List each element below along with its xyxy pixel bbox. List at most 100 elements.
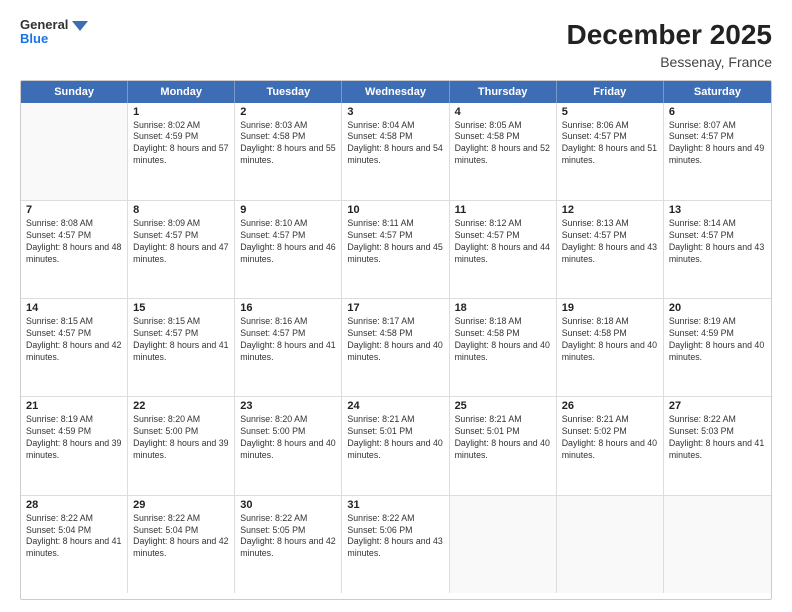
day-info: Sunrise: 8:16 AM Sunset: 4:57 PM Dayligh…: [240, 316, 336, 364]
day-number: 19: [562, 302, 658, 314]
cell-w1-d5: 5 Sunrise: 8:06 AM Sunset: 4:57 PM Daylig…: [557, 103, 664, 200]
header-saturday: Saturday: [664, 81, 771, 103]
day-info: Sunrise: 8:20 AM Sunset: 5:00 PM Dayligh…: [133, 414, 229, 462]
day-number: 11: [455, 204, 551, 216]
day-info: Sunrise: 8:17 AM Sunset: 4:58 PM Dayligh…: [347, 316, 443, 364]
day-number: 29: [133, 499, 229, 511]
day-number: 16: [240, 302, 336, 314]
cell-w3-d2: 16 Sunrise: 8:16 AM Sunset: 4:57 PM Dayli…: [235, 299, 342, 396]
day-info: Sunrise: 8:22 AM Sunset: 5:03 PM Dayligh…: [669, 414, 766, 462]
day-number: 22: [133, 400, 229, 412]
day-info: Sunrise: 8:19 AM Sunset: 4:59 PM Dayligh…: [26, 414, 122, 462]
day-info: Sunrise: 8:15 AM Sunset: 4:57 PM Dayligh…: [26, 316, 122, 364]
day-info: Sunrise: 8:22 AM Sunset: 5:04 PM Dayligh…: [26, 513, 122, 561]
day-number: 23: [240, 400, 336, 412]
cell-w1-d0: [21, 103, 128, 200]
header-friday: Friday: [557, 81, 664, 103]
day-info: Sunrise: 8:18 AM Sunset: 4:58 PM Dayligh…: [562, 316, 658, 364]
cell-w5-d2: 30Sunrise: 8:22 AM Sunset: 5:05 PM Dayli…: [235, 496, 342, 593]
cell-w1-d2: 2 Sunrise: 8:03 AM Sunset: 4:58 PM Daylig…: [235, 103, 342, 200]
header-monday: Monday: [128, 81, 235, 103]
day-number: 13: [669, 204, 766, 216]
day-number: 4: [455, 106, 551, 118]
day-info: Sunrise: 8:21 AM Sunset: 5:01 PM Dayligh…: [347, 414, 443, 462]
cell-w2-d6: 13 Sunrise: 8:14 AM Sunset: 4:57 PM Dayli…: [664, 201, 771, 298]
day-number: 26: [562, 400, 658, 412]
cell-w5-d4: [450, 496, 557, 593]
day-number: 27: [669, 400, 766, 412]
main-title: December 2025: [567, 18, 772, 52]
logo: General Blue: [20, 18, 88, 47]
day-info: Sunrise: 8:22 AM Sunset: 5:05 PM Dayligh…: [240, 513, 336, 561]
day-number: 15: [133, 302, 229, 314]
cell-w3-d3: 17 Sunrise: 8:17 AM Sunset: 4:58 PM Dayli…: [342, 299, 449, 396]
day-info: Sunrise: 8:19 AM Sunset: 4:59 PM Dayligh…: [669, 316, 766, 364]
day-number: 7: [26, 204, 122, 216]
day-info: Sunrise: 8:15 AM Sunset: 4:57 PM Dayligh…: [133, 316, 229, 364]
cell-w3-d0: 14Sunrise: 8:15 AM Sunset: 4:57 PM Dayli…: [21, 299, 128, 396]
cell-w4-d1: 22 Sunrise: 8:20 AM Sunset: 5:00 PM Dayli…: [128, 397, 235, 494]
day-info: Sunrise: 8:20 AM Sunset: 5:00 PM Dayligh…: [240, 414, 336, 462]
week-row-3: 14Sunrise: 8:15 AM Sunset: 4:57 PM Dayli…: [21, 299, 771, 397]
cell-w5-d0: 28Sunrise: 8:22 AM Sunset: 5:04 PM Dayli…: [21, 496, 128, 593]
cell-w1-d6: 6 Sunrise: 8:07 AM Sunset: 4:57 PM Daylig…: [664, 103, 771, 200]
cell-w2-d1: 8 Sunrise: 8:09 AM Sunset: 4:57 PM Daylig…: [128, 201, 235, 298]
day-info: Sunrise: 8:14 AM Sunset: 4:57 PM Dayligh…: [669, 218, 766, 266]
cell-w3-d4: 18Sunrise: 8:18 AM Sunset: 4:58 PM Dayli…: [450, 299, 557, 396]
day-number: 25: [455, 400, 551, 412]
cell-w5-d5: [557, 496, 664, 593]
day-number: 6: [669, 106, 766, 118]
day-number: 1: [133, 106, 229, 118]
day-info: Sunrise: 8:21 AM Sunset: 5:01 PM Dayligh…: [455, 414, 551, 462]
week-row-1: 1 Sunrise: 8:02 AM Sunset: 4:59 PM Daylig…: [21, 103, 771, 201]
cell-w4-d2: 23 Sunrise: 8:20 AM Sunset: 5:00 PM Dayli…: [235, 397, 342, 494]
calendar-header: Sunday Monday Tuesday Wednesday Thursday…: [21, 81, 771, 103]
cell-w5-d3: 31 Sunrise: 8:22 AM Sunset: 5:06 PM Dayli…: [342, 496, 449, 593]
cell-w4-d6: 27 Sunrise: 8:22 AM Sunset: 5:03 PM Dayli…: [664, 397, 771, 494]
cell-w4-d3: 24Sunrise: 8:21 AM Sunset: 5:01 PM Dayli…: [342, 397, 449, 494]
day-info: Sunrise: 8:04 AM Sunset: 4:58 PM Dayligh…: [347, 120, 443, 168]
cell-w4-d0: 21 Sunrise: 8:19 AM Sunset: 4:59 PM Dayli…: [21, 397, 128, 494]
day-number: 9: [240, 204, 336, 216]
header-tuesday: Tuesday: [235, 81, 342, 103]
cell-w1-d3: 3Sunrise: 8:04 AM Sunset: 4:58 PM Daylig…: [342, 103, 449, 200]
day-number: 20: [669, 302, 766, 314]
day-number: 31: [347, 499, 443, 511]
header: General Blue December 2025 Bessenay, Fra…: [20, 18, 772, 70]
day-info: Sunrise: 8:02 AM Sunset: 4:59 PM Dayligh…: [133, 120, 229, 168]
day-info: Sunrise: 8:05 AM Sunset: 4:58 PM Dayligh…: [455, 120, 551, 168]
title-block: December 2025 Bessenay, France: [567, 18, 772, 70]
calendar-body: 1 Sunrise: 8:02 AM Sunset: 4:59 PM Daylig…: [21, 103, 771, 593]
calendar: Sunday Monday Tuesday Wednesday Thursday…: [20, 80, 772, 600]
cell-w1-d4: 4 Sunrise: 8:05 AM Sunset: 4:58 PM Daylig…: [450, 103, 557, 200]
day-info: Sunrise: 8:03 AM Sunset: 4:58 PM Dayligh…: [240, 120, 336, 168]
day-info: Sunrise: 8:22 AM Sunset: 5:06 PM Dayligh…: [347, 513, 443, 561]
day-info: Sunrise: 8:12 AM Sunset: 4:57 PM Dayligh…: [455, 218, 551, 266]
day-number: 17: [347, 302, 443, 314]
cell-w3-d6: 20 Sunrise: 8:19 AM Sunset: 4:59 PM Dayli…: [664, 299, 771, 396]
logo-triangle-icon: [72, 21, 88, 31]
day-info: Sunrise: 8:06 AM Sunset: 4:57 PM Dayligh…: [562, 120, 658, 168]
cell-w4-d5: 26Sunrise: 8:21 AM Sunset: 5:02 PM Dayli…: [557, 397, 664, 494]
day-info: Sunrise: 8:18 AM Sunset: 4:58 PM Dayligh…: [455, 316, 551, 364]
day-number: 5: [562, 106, 658, 118]
day-info: Sunrise: 8:09 AM Sunset: 4:57 PM Dayligh…: [133, 218, 229, 266]
cell-w2-d4: 11 Sunrise: 8:12 AM Sunset: 4:57 PM Dayli…: [450, 201, 557, 298]
cell-w2-d2: 9Sunrise: 8:10 AM Sunset: 4:57 PM Daylig…: [235, 201, 342, 298]
cell-w5-d1: 29 Sunrise: 8:22 AM Sunset: 5:04 PM Dayli…: [128, 496, 235, 593]
cell-w2-d5: 12Sunrise: 8:13 AM Sunset: 4:57 PM Dayli…: [557, 201, 664, 298]
cell-w2-d3: 10Sunrise: 8:11 AM Sunset: 4:57 PM Dayli…: [342, 201, 449, 298]
cell-w4-d4: 25 Sunrise: 8:21 AM Sunset: 5:01 PM Dayli…: [450, 397, 557, 494]
day-info: Sunrise: 8:07 AM Sunset: 4:57 PM Dayligh…: [669, 120, 766, 168]
week-row-4: 21 Sunrise: 8:19 AM Sunset: 4:59 PM Dayli…: [21, 397, 771, 495]
cell-w1-d1: 1 Sunrise: 8:02 AM Sunset: 4:59 PM Daylig…: [128, 103, 235, 200]
cell-w3-d5: 19 Sunrise: 8:18 AM Sunset: 4:58 PM Dayli…: [557, 299, 664, 396]
day-info: Sunrise: 8:13 AM Sunset: 4:57 PM Dayligh…: [562, 218, 658, 266]
header-wednesday: Wednesday: [342, 81, 449, 103]
week-row-2: 7Sunrise: 8:08 AM Sunset: 4:57 PM Daylig…: [21, 201, 771, 299]
day-info: Sunrise: 8:22 AM Sunset: 5:04 PM Dayligh…: [133, 513, 229, 561]
day-number: 2: [240, 106, 336, 118]
cell-w5-d6: [664, 496, 771, 593]
day-number: 21: [26, 400, 122, 412]
day-number: 8: [133, 204, 229, 216]
